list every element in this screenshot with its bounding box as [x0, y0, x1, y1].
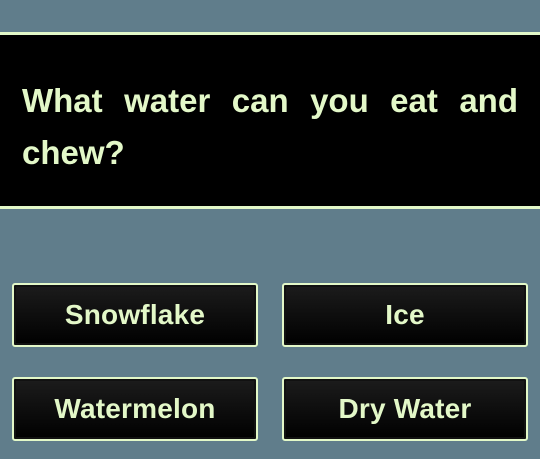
answer-label: Watermelon	[54, 393, 216, 424]
question-text: What water can you eat and chew?	[22, 82, 518, 171]
answer-label: Snowflake	[64, 299, 206, 330]
answer-button-snowflake[interactable]: Snowflake	[12, 283, 258, 347]
answer-button-watermelon[interactable]: Watermelon	[12, 377, 258, 441]
answer-button-ice[interactable]: Ice	[282, 283, 528, 347]
question-panel: What water can you eat and chew?	[0, 32, 540, 209]
answer-label: Ice	[385, 299, 425, 330]
answer-label: Dry Water	[338, 393, 472, 424]
answer-button-dry-water[interactable]: Dry Water	[282, 377, 528, 441]
